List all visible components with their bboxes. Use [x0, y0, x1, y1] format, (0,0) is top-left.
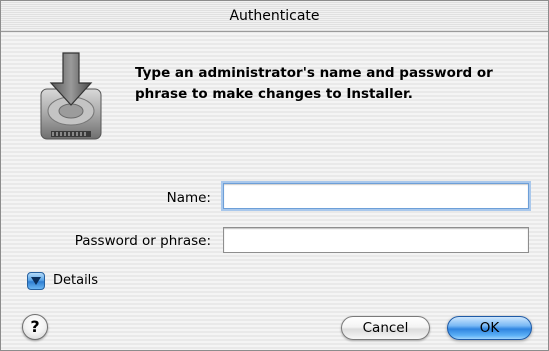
cancel-button[interactable]: Cancel [341, 316, 430, 340]
password-field[interactable] [223, 227, 529, 253]
authenticate-dialog: Authenticate Type an administrator's nam… [0, 0, 549, 351]
ok-button[interactable]: OK [447, 316, 532, 340]
installer-disk-icon [39, 49, 103, 143]
title-bar[interactable]: Authenticate [1, 1, 548, 32]
help-button[interactable]: ? [22, 314, 48, 340]
name-label: Name: [166, 190, 211, 206]
prompt-message: Type an administrator's name and passwor… [135, 65, 493, 102]
name-field[interactable] [223, 183, 529, 209]
triangle-down-icon [31, 277, 41, 285]
window-title: Authenticate [229, 8, 320, 24]
details-disclosure-button[interactable] [27, 272, 45, 290]
password-label: Password or phrase: [74, 233, 211, 249]
details-label[interactable]: Details [53, 273, 98, 288]
